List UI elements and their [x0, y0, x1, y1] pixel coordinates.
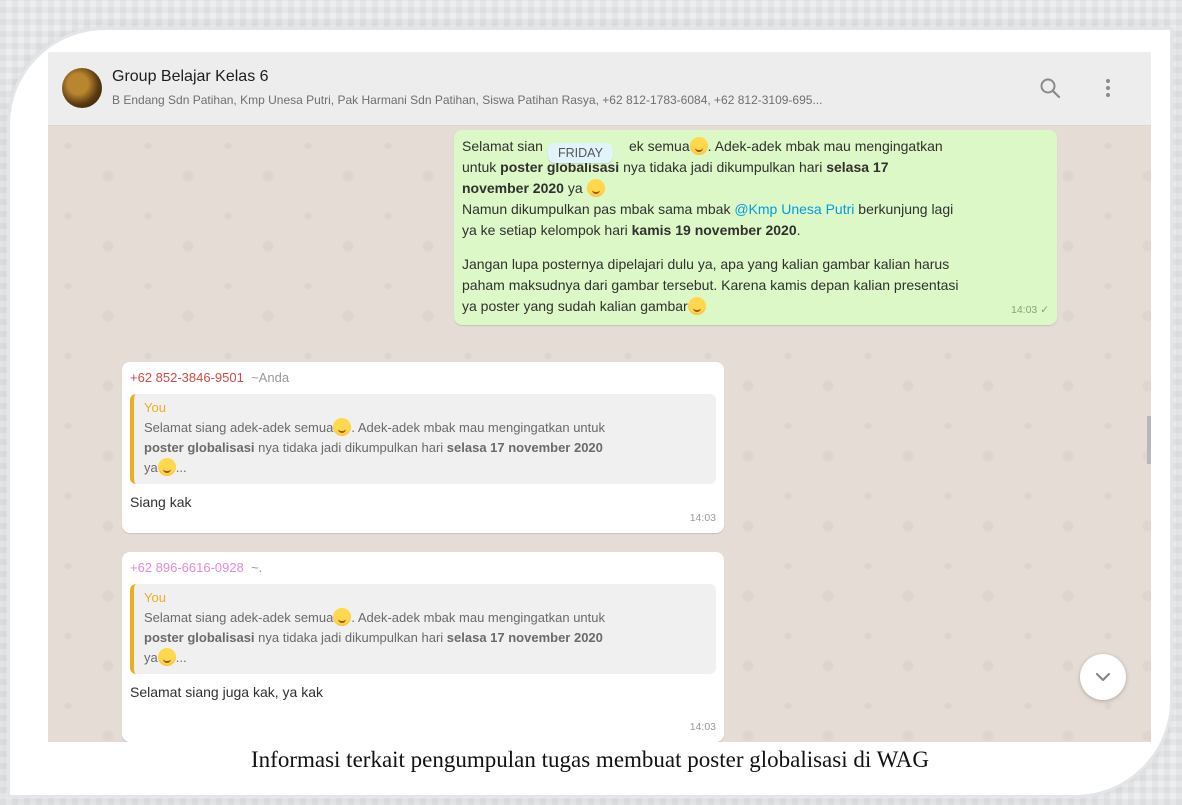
message-time: 14:03: [689, 512, 716, 524]
sender-alias: ~.: [251, 560, 263, 575]
sender-alias: ~Anda: [251, 370, 290, 385]
message-line: Jangan lupa posternya dipelajari dulu ya…: [462, 256, 950, 272]
figure-card: Group Belajar Kelas 6 B Endang Sdn Patih…: [10, 30, 1170, 795]
sent-check-icon: ✓: [1040, 304, 1049, 316]
smile-emoji: [333, 418, 352, 436]
smile-emoji: [689, 137, 708, 155]
quote-line: poster globalisasi nya tidaka jadi dikum…: [144, 440, 603, 455]
date-chip: FRIDAY: [548, 143, 613, 163]
message-line: ya poster yang sudah kalian gambar: [462, 296, 1049, 317]
quote-line: Selamat siang adek-adek semua. Adek-adek…: [144, 608, 605, 626]
message-time: 14:03: [689, 721, 716, 733]
mention-link[interactable]: @Kmp Unesa Putri: [734, 201, 854, 217]
quoted-message[interactable]: You Selamat siang adek-adek semua. Adek-…: [130, 394, 716, 484]
scrollbar-thumb[interactable]: [1147, 416, 1151, 464]
chat-panel[interactable]: Selamat sian ek semua. Adek-adek mbak mau…: [48, 126, 1151, 742]
outgoing-message[interactable]: Selamat sian ek semua. Adek-adek mbak mau…: [454, 130, 1057, 325]
sender-line: +62 852-3846-9501 ~Anda: [130, 368, 716, 388]
search-icon[interactable]: [1038, 76, 1062, 100]
message-text: Selamat siang juga kak, ya kak: [130, 684, 323, 700]
incoming-message[interactable]: +62 852-3846-9501 ~Anda You Selamat sian…: [122, 362, 724, 533]
smile-emoji: [157, 648, 176, 666]
quote-author: You: [144, 400, 166, 415]
menu-icon[interactable]: [1096, 76, 1120, 100]
smile-emoji: [586, 179, 605, 197]
quote-line: poster globalisasi nya tidaka jadi dikum…: [144, 630, 603, 645]
message-line: november 2020 ya: [462, 178, 1049, 199]
chevron-down-icon: [1095, 672, 1111, 682]
scroll-down-button[interactable]: [1080, 654, 1126, 700]
group-avatar[interactable]: [62, 68, 102, 108]
message-time: 14:03 ✓: [1010, 304, 1049, 316]
quote-author: You: [144, 590, 166, 605]
figure-caption: Informasi terkait pengumpulan tugas memb…: [251, 747, 929, 772]
message-text: Siang kak: [130, 494, 192, 510]
message-line: paham maksudnya dari gambar tersebut. Ka…: [462, 277, 959, 293]
incoming-message[interactable]: +62 896-6616-0928 ~. You Selamat siang a…: [122, 552, 724, 742]
smile-emoji: [687, 297, 706, 315]
group-members: B Endang Sdn Patihan, Kmp Unesa Putri, P…: [112, 93, 823, 107]
quote-line: ya...: [144, 648, 187, 666]
quote-line: ya...: [144, 458, 187, 476]
sender-number[interactable]: +62 896-6616-0928: [130, 560, 244, 575]
group-name[interactable]: Group Belajar Kelas 6: [112, 68, 269, 86]
whatsapp-window: Group Belajar Kelas 6 B Endang Sdn Patih…: [48, 52, 1151, 742]
quote-line: Selamat siang adek-adek semua. Adek-adek…: [144, 418, 605, 436]
sender-line: +62 896-6616-0928 ~.: [130, 558, 716, 578]
quoted-message[interactable]: You Selamat siang adek-adek semua. Adek-…: [130, 584, 716, 674]
chat-header[interactable]: Group Belajar Kelas 6 B Endang Sdn Patih…: [48, 52, 1151, 126]
message-line: Namun dikumpulkan pas mbak sama mbak @Km…: [462, 201, 954, 217]
smile-emoji: [157, 458, 176, 476]
smile-emoji: [333, 608, 352, 626]
message-line: ya ke setiap kelompok hari kamis 19 nove…: [462, 222, 801, 238]
sender-number[interactable]: +62 852-3846-9501: [130, 370, 244, 385]
